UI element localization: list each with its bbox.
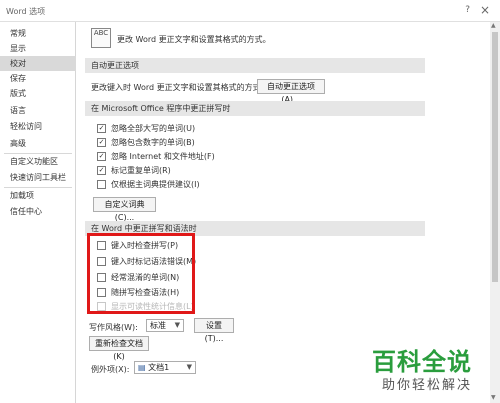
option-label: 忽略包含数字的单词(B) [111,138,195,147]
chevron-down-icon: ▼ [186,363,192,371]
watermark-subtitle: 助你轻松解决 [382,378,473,393]
writing-style-value: 标准 [150,321,166,330]
sidebar: 常规 显示 校对 保存 版式 语言 轻松访问 高级 自定义功能区 快速访问工具栏… [0,22,76,403]
sidebar-item-display[interactable]: 显示 [0,41,76,56]
recheck-document-button[interactable]: 重新检查文档(K) [89,336,149,361]
autocorrect-options-button[interactable]: 自动更正选项(A)... [257,79,325,104]
option-label: 忽略全部大写的单词(U) [111,124,196,133]
custom-dictionaries-button[interactable]: 自定义词典(C)... [93,197,156,222]
grammar-settings-button[interactable]: 设置(T)... [194,318,234,343]
scroll-down-icon[interactable]: ▼ [491,394,496,401]
sidebar-item-layout[interactable]: 版式 [0,86,76,101]
exceptions-document-select[interactable]: ▤ 文档1 ▼ [134,361,196,374]
sidebar-item-addins[interactable]: 加载项 [0,188,76,203]
window-title: Word 选项 [6,7,46,16]
vertical-scrollbar[interactable]: ▲ ▼ [490,22,500,403]
help-button[interactable]: ? [465,5,470,15]
scroll-up-icon[interactable]: ▲ [491,22,496,29]
checkbox-ignore-uppercase[interactable]: ✓ [97,124,106,133]
option-label: 忽略 Internet 和文件地址(F) [111,152,215,161]
checkbox-main-dictionary-only[interactable] [97,180,106,189]
page-description: 更改 Word 更正文字和设置其格式的方式。 [117,35,271,44]
office-section-header: 在 Microsoft Office 程序中更正拼写时 [85,101,425,116]
highlight-box [87,233,195,314]
checkbox-ignore-internet-addresses[interactable]: ✓ [97,152,106,161]
sidebar-item-proofing[interactable]: 校对 [0,56,76,71]
chevron-down-icon: ▼ [174,321,180,329]
exceptions-label: 例外项(X): [91,365,130,374]
checkbox-flag-repeated-words[interactable]: ✓ [97,166,106,175]
sidebar-item-language[interactable]: 语言 [0,103,76,118]
writing-style-label: 写作风格(W): [89,323,138,332]
option-label: 仅根据主词典提供建议(I) [111,180,200,189]
autocorrect-description: 更改键入时 Word 更正文字和设置其格式的方式： [91,83,269,92]
document-icon: ▤ [138,363,146,372]
exceptions-document-value: 文档1 [148,363,170,372]
title-bar: Word 选项 ? × [0,0,500,22]
sidebar-item-save[interactable]: 保存 [0,71,76,86]
sidebar-item-customize-ribbon[interactable]: 自定义功能区 [0,154,76,169]
writing-style-select[interactable]: 标准 ▼ [146,319,184,332]
sidebar-item-general[interactable]: 常规 [0,26,76,41]
sidebar-item-accessibility[interactable]: 轻松访问 [0,119,76,134]
sidebar-item-quick-access-toolbar[interactable]: 快速访问工具栏 [0,170,76,185]
proofing-abc-icon: ABC [91,28,111,48]
sidebar-item-advanced[interactable]: 高级 [0,136,76,151]
autocorrect-section-header: 自动更正选项 [85,58,425,73]
scroll-thumb[interactable] [492,32,498,282]
close-button[interactable]: × [480,3,490,17]
sidebar-item-trust-center[interactable]: 信任中心 [0,204,76,219]
watermark-title: 百科全说 [372,348,472,376]
checkbox-ignore-numbers[interactable]: ✓ [97,138,106,147]
option-label: 标记重复单词(R) [111,166,171,175]
